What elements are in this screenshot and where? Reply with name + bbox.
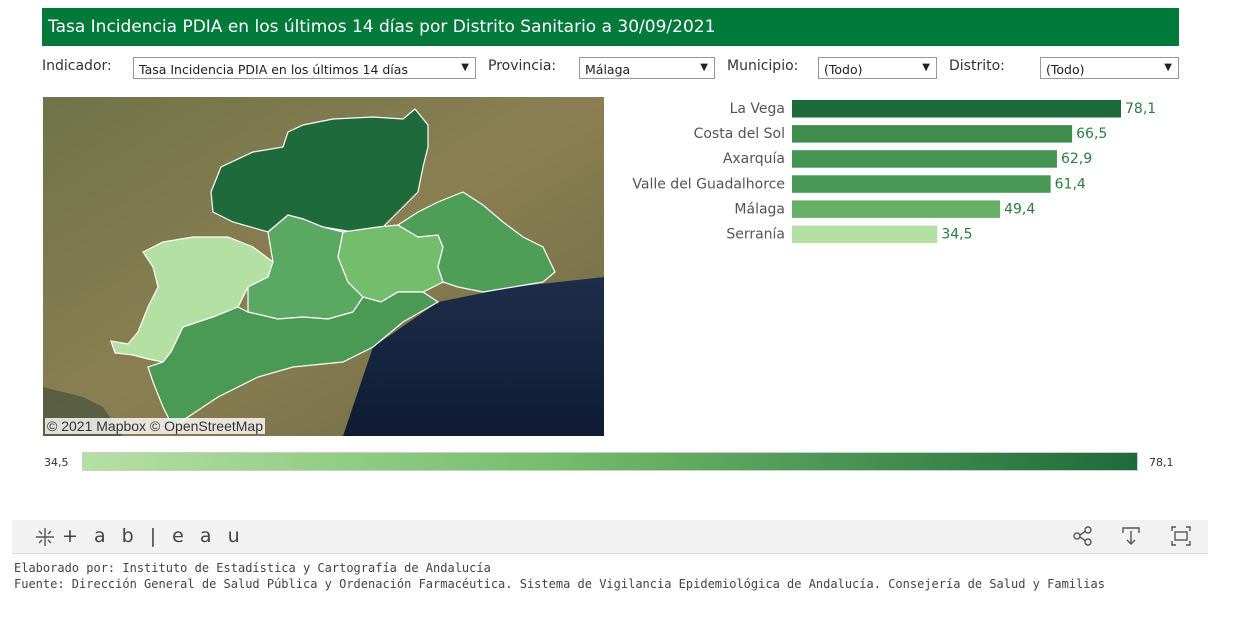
bar[interactable] xyxy=(792,125,1073,143)
color-legend-bar xyxy=(82,452,1138,471)
bar[interactable] xyxy=(792,200,1001,218)
chevron-down-icon: ▼ xyxy=(922,62,930,73)
bar-category-label: Valle del Guadalhorce xyxy=(632,176,785,192)
municipio-dropdown[interactable]: (Todo) ▼ xyxy=(818,57,937,79)
district-map[interactable]: © 2021 Mapbox © OpenStreetMap xyxy=(43,97,604,436)
bar[interactable] xyxy=(792,175,1051,193)
municipio-label: Municipio: xyxy=(727,58,799,74)
tableau-logo[interactable]: + a b | e a u xyxy=(62,525,245,547)
chevron-down-icon: ▼ xyxy=(700,62,708,73)
distrito-dropdown[interactable]: (Todo) ▼ xyxy=(1040,57,1179,79)
chevron-down-icon: ▼ xyxy=(1164,62,1172,73)
bar-chart-svg: La Vega 78,1 Costa del Sol 66,5 Axarquía 62,9… xyxy=(632,100,1156,244)
fullscreen-icon[interactable] xyxy=(1170,525,1192,547)
title-bar: Tasa Incidencia PDIA en los últimos 14 d… xyxy=(42,8,1179,46)
bar[interactable] xyxy=(792,150,1057,168)
map-attribution[interactable]: © 2021 Mapbox © OpenStreetMap xyxy=(45,418,265,434)
municipio-value: (Todo) xyxy=(824,62,863,77)
bar-chart: La Vega 78,1 Costa del Sol 66,5 Axarquía 62,9… xyxy=(620,96,1180,256)
map-canvas xyxy=(43,97,604,436)
tableau-logo-icon xyxy=(36,528,54,546)
chevron-down-icon: ▼ xyxy=(461,62,469,73)
provincia-value: Málaga xyxy=(585,62,631,77)
bar[interactable] xyxy=(792,100,1121,118)
legend-max-label: 78,1 xyxy=(1149,456,1174,469)
provincia-dropdown[interactable]: Málaga ▼ xyxy=(579,57,715,79)
download-icon[interactable] xyxy=(1120,525,1142,547)
bar-value-label: 49,4 xyxy=(1004,201,1035,217)
bar[interactable] xyxy=(792,225,938,244)
bar-category-label: La Vega xyxy=(730,101,785,117)
bar-value-label: 34,5 xyxy=(941,227,972,243)
footer-fuente: Fuente: Dirección General de Salud Públi… xyxy=(14,577,1105,591)
provincia-label: Provincia: xyxy=(488,58,557,74)
bar-value-label: 78,1 xyxy=(1125,101,1156,117)
bar-category-label: Costa del Sol xyxy=(694,126,785,142)
indicador-dropdown[interactable]: Tasa Incidencia PDIA en los últimos 14 d… xyxy=(133,57,476,79)
distrito-label: Distrito: xyxy=(949,58,1005,74)
bar-category-label: Axarquía xyxy=(723,151,785,167)
bar-value-label: 62,9 xyxy=(1061,151,1092,167)
dashboard-title: Tasa Incidencia PDIA en los últimos 14 d… xyxy=(48,17,716,37)
bar-value-label: 66,5 xyxy=(1076,126,1107,142)
bar-category-label: Málaga xyxy=(734,201,785,217)
legend-min-label: 34,5 xyxy=(44,456,69,469)
bar-category-label: Serranía xyxy=(726,227,785,243)
share-icon[interactable] xyxy=(1072,525,1094,547)
tableau-toolbar: + a b | e a u xyxy=(12,520,1208,554)
indicador-label: Indicador: xyxy=(42,58,112,74)
bar-value-label: 61,4 xyxy=(1055,176,1086,192)
distrito-value: (Todo) xyxy=(1046,62,1085,77)
footer-elaborado: Elaborado por: Instituto de Estadística … xyxy=(14,561,491,575)
indicador-value: Tasa Incidencia PDIA en los últimos 14 d… xyxy=(139,62,408,77)
